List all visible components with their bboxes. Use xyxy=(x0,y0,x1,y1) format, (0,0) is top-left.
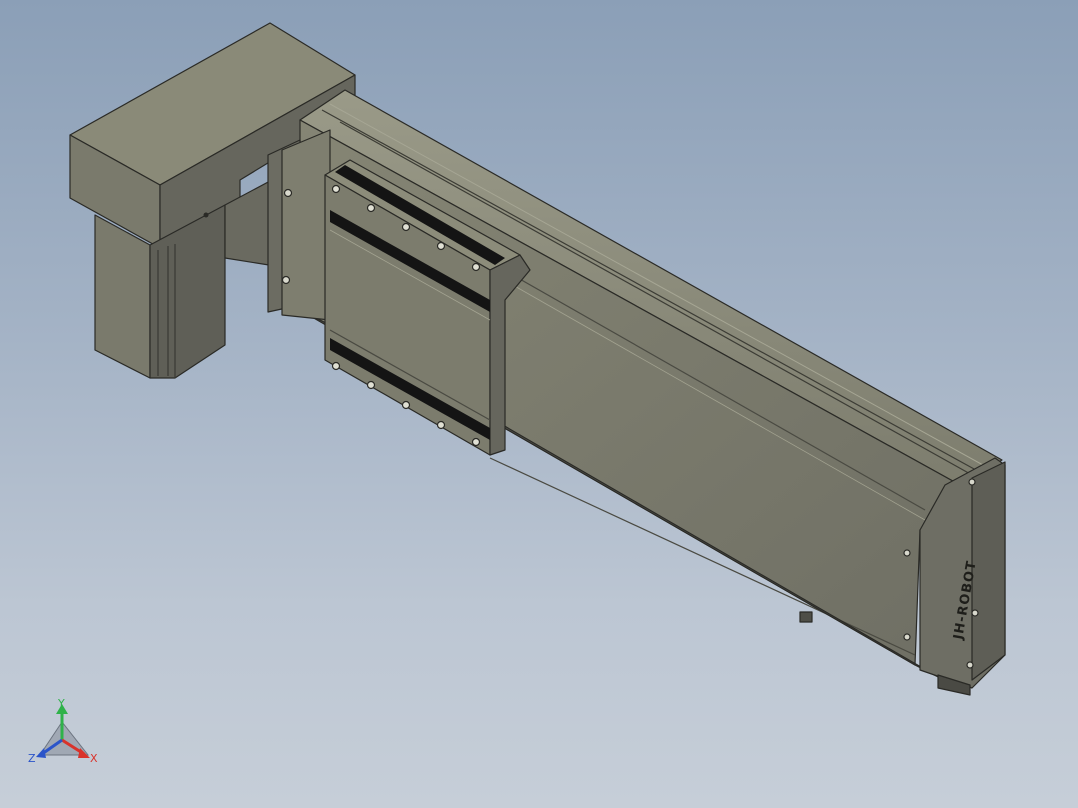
motor-body-front xyxy=(94,214,151,379)
cad-viewport[interactable]: JH-ROBOT Y X Z xyxy=(0,0,1078,808)
rail-left-end-cap xyxy=(281,129,331,321)
coordinate-triad[interactable]: Y X Z xyxy=(28,697,98,765)
triad-label-x: X xyxy=(90,752,98,765)
triad-label-z: Z xyxy=(28,752,36,765)
rail-underside-tab xyxy=(799,611,813,623)
linear-actuator-model[interactable]: JH-ROBOT Y X Z xyxy=(0,0,1078,808)
triad-label-y: Y xyxy=(57,697,65,710)
